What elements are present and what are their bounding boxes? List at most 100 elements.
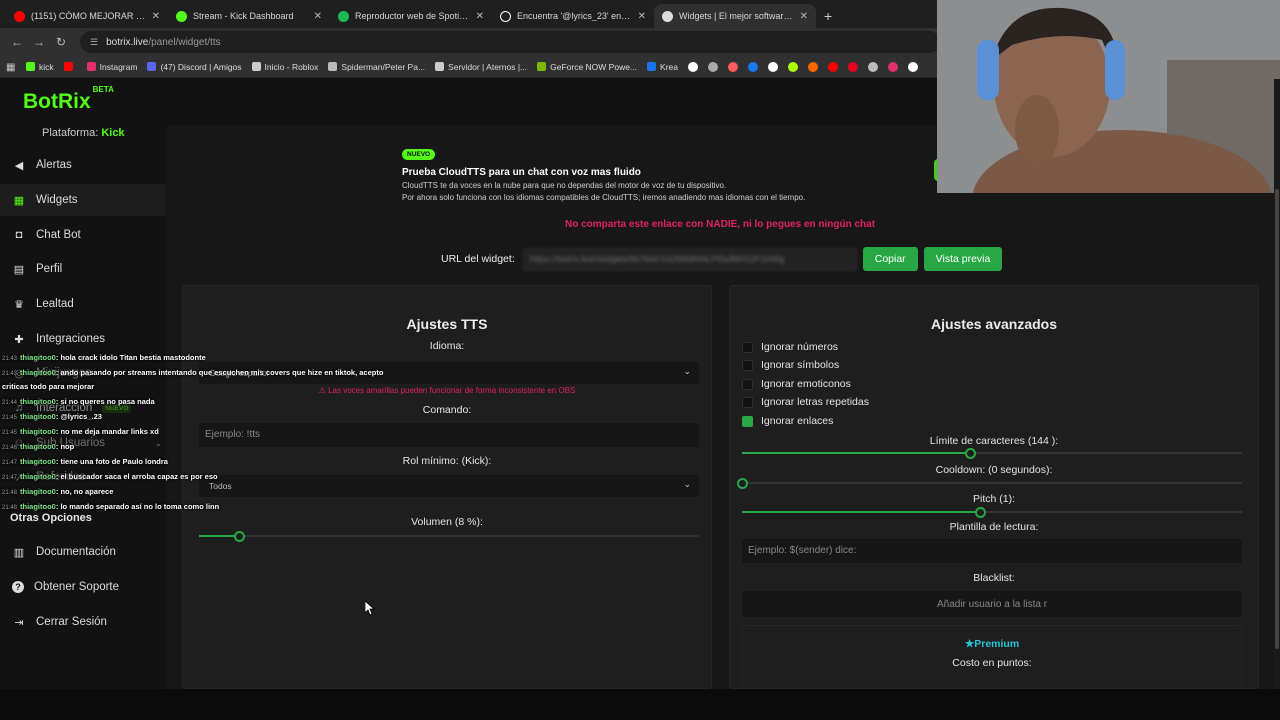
bookmark-kick[interactable]: kick <box>26 62 54 72</box>
bookmark-discord[interactable]: (47) Discord | Amigos <box>147 62 242 72</box>
close-tab-icon[interactable]: ✕ <box>800 11 808 22</box>
puzzle-icon: ✚ <box>14 333 24 346</box>
slider-knob[interactable] <box>234 531 245 542</box>
platform-indicator: Plataforma: Kick <box>42 127 125 139</box>
template-input[interactable]: Ejemplo: $(sender) dice: <box>742 539 1242 563</box>
krea-icon <box>647 62 657 71</box>
chat-message: 21:43 thiagitoo0: hola crack idolo Titan … <box>2 353 206 362</box>
instagram-icon[interactable] <box>888 61 898 72</box>
browser-tab-botrix[interactable]: Widgets | El mejor software par ✕ <box>654 4 816 28</box>
checkbox[interactable] <box>742 359 753 371</box>
bookmark-aternos[interactable]: Servidor | Aternos |... <box>435 62 527 72</box>
page-scrollbar[interactable] <box>1274 79 1280 689</box>
widget-url-label: URL del widget: <box>441 253 515 265</box>
share-warning: No comparta este enlace con NADIE, ni lo… <box>565 219 876 230</box>
ignore-links-checkbox[interactable]: Ignorar enlaces <box>742 415 833 427</box>
url-input[interactable]: ☰ botrix.live/panel/widget/tts <box>80 31 940 53</box>
ignore-numbers-checkbox[interactable]: Ignorar números <box>742 341 838 353</box>
webcam-image <box>937 0 1280 193</box>
ignore-emotes-checkbox[interactable]: Ignorar emoticonos <box>742 378 851 390</box>
slider-knob[interactable] <box>964 448 976 459</box>
youtube-icon <box>14 10 25 22</box>
botrix-logo[interactable]: BotRixBETA <box>23 85 114 114</box>
role-select[interactable]: Todos ⌄ <box>199 475 699 497</box>
browser-tab-tiktok[interactable]: Encuentra '@lyrics_23' en TikTo✕ <box>492 4 654 28</box>
chevron-down-icon: ⌄ <box>683 366 691 376</box>
volume-slider[interactable] <box>199 531 699 542</box>
browser-tab-youtube[interactable]: (1151) CÓMO MEJORAR EL AU✕ <box>6 4 168 28</box>
sidebar-item-perfil[interactable]: ▤ Perfil <box>0 253 166 285</box>
sidebar-item-integraciones[interactable]: ✚ Integraciones <box>0 323 166 355</box>
sidebar-item-chat-bot[interactable]: ◘ Chat Bot <box>0 219 166 251</box>
kick-icon <box>176 10 187 22</box>
bookmark-icon[interactable] <box>828 61 838 72</box>
chat-message: 21:48 thiagitoo0: no, no aparece <box>2 487 114 496</box>
browser-tab-kick[interactable]: Stream - Kick Dashboard ✕ <box>168 4 330 28</box>
reload-icon[interactable]: ↻ <box>50 35 72 49</box>
browser-tab-spotify[interactable]: Reproductor web de Spotify: m ✕ <box>330 4 492 28</box>
bookmark-spiderman[interactable]: Spiderman/Peter Pa... <box>328 62 425 72</box>
template-label: Plantilla de lectura: <box>949 521 1039 533</box>
checkbox[interactable] <box>742 415 753 427</box>
close-tab-icon[interactable]: ✕ <box>476 11 484 22</box>
command-label: Comando: <box>422 404 472 416</box>
widget-url-field[interactable]: https://botrix.live/widgets/tts?bid=h3JW… <box>522 247 857 271</box>
close-tab-icon[interactable]: ✕ <box>152 11 160 22</box>
star-icon: ★ <box>964 638 975 650</box>
bookmark-instagram[interactable]: Instagram <box>86 62 137 72</box>
ignore-repeated-letters-checkbox[interactable]: Ignorar letras repetidas <box>742 396 869 408</box>
sidebar-item-cerrar-sesion[interactable]: ⇥ Cerrar Sesión <box>0 606 166 638</box>
bookmark-icon[interactable] <box>768 61 778 72</box>
sidebar-item-documentacion[interactable]: ▥ Documentación <box>0 536 166 568</box>
nvidia-icon <box>537 62 547 71</box>
checkbox[interactable] <box>742 341 753 353</box>
bookmark-icon[interactable] <box>808 61 818 72</box>
checkbox[interactable] <box>742 396 753 408</box>
pinterest-icon[interactable] <box>848 61 858 72</box>
sidebar-item-soporte[interactable]: ? Obtener Soporte <box>0 571 166 603</box>
bookmark-icon[interactable] <box>708 61 718 72</box>
bookmark-roblox[interactable]: Inicio - Roblox <box>251 62 318 72</box>
command-input[interactable]: Ejemplo: !tts <box>199 423 699 447</box>
slider-knob[interactable] <box>974 507 986 518</box>
sidebar-item-lealtad[interactable]: ♛ Lealtad <box>0 288 166 320</box>
bookmark-icon[interactable] <box>868 61 878 72</box>
bottom-bar <box>0 689 1280 720</box>
close-tab-icon[interactable]: ✕ <box>638 11 646 22</box>
bookmark-icon[interactable] <box>788 61 798 72</box>
bookmark-icon[interactable] <box>728 61 738 72</box>
bookmark-geforce-now[interactable]: GeForce NOW Powe... <box>537 62 637 72</box>
bookmark-krea[interactable]: Krea <box>647 62 678 72</box>
pitch-label: Pitch (1): <box>972 493 1015 505</box>
trophy-icon: ♛ <box>14 298 24 311</box>
cooldown-slider[interactable] <box>737 478 1242 489</box>
site-info-icon[interactable]: ☰ <box>90 37 98 48</box>
bookmark-icon[interactable] <box>688 61 698 72</box>
book-icon: ▥ <box>13 546 25 559</box>
sidebar-item-alertas[interactable]: ◀ Alertas <box>0 149 166 181</box>
bookmark-youtube[interactable] <box>63 62 77 71</box>
ignore-symbols-checkbox[interactable]: Ignorar símbolos <box>742 359 839 371</box>
back-icon[interactable]: ← <box>6 35 28 49</box>
alert-icon: ⚠ <box>318 386 329 395</box>
copy-button[interactable]: Copiar <box>862 247 918 271</box>
close-tab-icon[interactable]: ✕ <box>314 11 322 22</box>
char-limit-slider[interactable] <box>742 448 1242 459</box>
chevron-down-icon: ⌄ <box>683 479 691 489</box>
scrollbar-thumb[interactable] <box>1275 189 1279 649</box>
pitch-slider[interactable] <box>742 507 1242 518</box>
sidebar-item-widgets[interactable]: ▦ Widgets <box>0 184 166 216</box>
other-options-title: Otras Opciones <box>10 512 92 524</box>
new-tab-button[interactable]: + <box>816 8 840 28</box>
blacklist-input[interactable]: Añadir usuario a la lista r <box>742 591 1242 617</box>
x-icon[interactable] <box>908 61 918 72</box>
main-content: NUEVO Prueba CloudTTS para un chat con v… <box>166 125 1280 695</box>
forward-icon[interactable]: → <box>28 35 50 49</box>
checkbox[interactable] <box>742 378 753 390</box>
chat-message: 21:45 thiagitoo0: no me deja mandar links… <box>2 427 159 436</box>
preview-button[interactable]: Vista previa <box>923 247 1003 271</box>
slider-knob[interactable] <box>737 478 748 489</box>
apps-grid-icon[interactable]: ▦ <box>6 62 16 73</box>
premium-title: ★Premium <box>964 638 1020 650</box>
facebook-icon[interactable] <box>748 61 758 72</box>
